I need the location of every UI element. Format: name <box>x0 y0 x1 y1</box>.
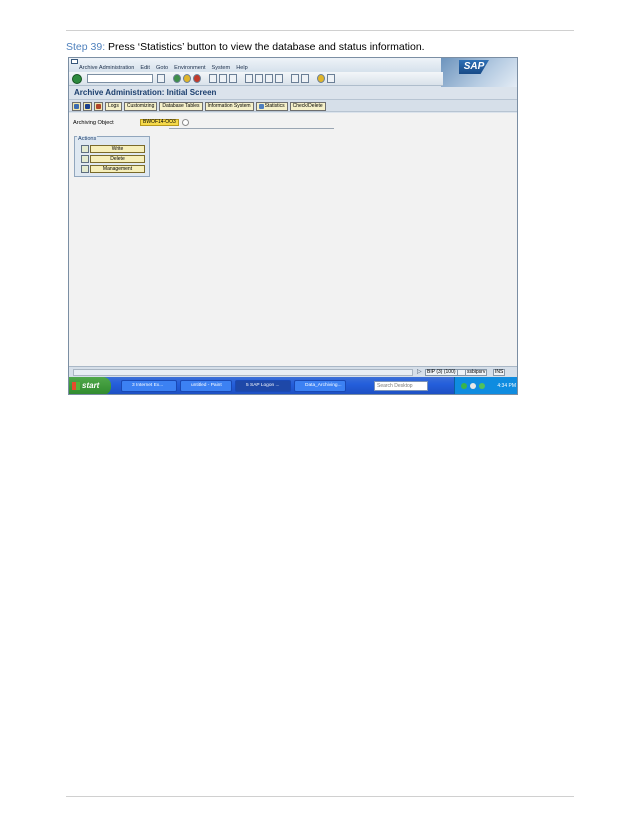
database-tables-button[interactable]: Database Tables <box>159 102 203 111</box>
tray-volume-icon[interactable] <box>470 383 476 389</box>
menu-archive-administration[interactable]: Archive Administration <box>79 65 134 71</box>
windows-taskbar: start 3 Internet Ex... untitled - Paint … <box>69 377 517 394</box>
exit-icon[interactable] <box>183 74 191 83</box>
last-page-icon[interactable] <box>275 74 283 83</box>
find-icon[interactable] <box>219 74 227 83</box>
print-icon[interactable] <box>209 74 217 83</box>
menu-help[interactable]: Help <box>236 65 248 71</box>
system-menu-icon[interactable] <box>71 59 78 64</box>
find-next-icon[interactable] <box>229 74 237 83</box>
logs-button[interactable]: Logs <box>105 102 122 111</box>
task-sap-logon[interactable]: 5 SAP Logon ... <box>235 380 291 392</box>
execute-icon[interactable] <box>72 102 81 111</box>
new-session-icon[interactable] <box>291 74 299 83</box>
toolbar-icons <box>157 74 335 83</box>
previous-page-icon[interactable] <box>255 74 263 83</box>
info-icon[interactable] <box>83 102 92 111</box>
status-bar: ▷ BIP (3) (100) ssbipsrv INS <box>69 366 517 377</box>
task-internet-explorer[interactable]: 3 Internet Ex... <box>121 380 177 392</box>
documentation-icon[interactable] <box>94 102 103 111</box>
tray-network-icon[interactable] <box>461 383 467 389</box>
sap-window-screenshot: Archive Administration Edit Goto Environ… <box>68 57 518 395</box>
information-system-button[interactable]: Information System <box>204 102 254 111</box>
enter-check-icon[interactable] <box>72 74 82 84</box>
status-mode: INS <box>493 369 506 376</box>
sap-logo: SAP <box>459 60 489 74</box>
menu-items: Archive Administration Edit Goto Environ… <box>79 65 248 71</box>
step-text: Press ‘Statistics’ button to view the da… <box>108 41 425 53</box>
delete-icon <box>81 155 89 163</box>
next-page-icon[interactable] <box>265 74 273 83</box>
tray-app-icon[interactable] <box>479 383 485 389</box>
standard-toolbar <box>69 72 443 86</box>
status-system: BIP (3) (100) <box>425 369 458 376</box>
task-data-archiving[interactable]: Data_Archiving... <box>294 380 346 392</box>
value-help-icon[interactable] <box>181 119 189 126</box>
task-paint[interactable]: untitled - Paint <box>180 380 232 392</box>
desktop-search-input[interactable]: Search Desktop <box>374 381 428 391</box>
customizing-button[interactable]: Customizing <box>123 102 158 111</box>
cancel-icon[interactable] <box>193 74 201 83</box>
statistics-button[interactable]: Statistics <box>255 102 288 111</box>
command-field[interactable] <box>87 74 153 83</box>
application-toolbar: Logs Customizing Database Tables Informa… <box>69 99 517 112</box>
management-action[interactable]: Management <box>81 165 145 173</box>
write-button[interactable]: Write <box>90 145 145 153</box>
step-instruction: Step 39: Press ‘Statistics’ button to vi… <box>66 41 425 53</box>
check-delete-button[interactable]: Check/Delete <box>289 102 326 111</box>
menu-edit[interactable]: Edit <box>140 65 150 71</box>
write-action[interactable]: Write <box>81 145 145 153</box>
help-icon[interactable] <box>317 74 325 83</box>
step-label: Step 39: <box>66 41 106 53</box>
save-icon[interactable] <box>157 74 165 83</box>
windows-logo-icon <box>72 382 80 390</box>
sap-logo-background: SAP <box>441 58 517 87</box>
delete-button[interactable]: Delete <box>90 155 145 163</box>
screen-title: Archive Administration: Initial Screen <box>74 88 217 97</box>
actions-group: Actions Write Delete Management <box>74 136 150 177</box>
layout-menu-icon[interactable] <box>327 74 335 83</box>
write-icon <box>81 145 89 153</box>
status-message-area <box>73 369 413 376</box>
footer-rule <box>66 796 574 797</box>
archiving-object-row: Archiving Object BWOF14-OO3 <box>73 119 189 126</box>
status-arrow-icon[interactable]: ▷ <box>417 369 423 376</box>
delete-action[interactable]: Delete <box>81 155 145 163</box>
menu-goto[interactable]: Goto <box>156 65 168 71</box>
shortcut-icon[interactable] <box>301 74 309 83</box>
archiving-object-input[interactable]: BWOF14-OO3 <box>140 119 179 126</box>
statistics-icon <box>258 104 264 109</box>
document-page: Step 39: Press ‘Statistics’ button to vi… <box>0 0 638 826</box>
management-button[interactable]: Management <box>90 165 145 173</box>
actions-title: Actions <box>77 136 98 142</box>
first-page-icon[interactable] <box>245 74 253 83</box>
management-icon <box>81 165 89 173</box>
menu-environment[interactable]: Environment <box>174 65 205 71</box>
status-server: ssbipsrv <box>465 369 488 376</box>
back-icon[interactable] <box>173 74 181 83</box>
clock: 4:34 PM <box>497 383 516 389</box>
start-button[interactable]: start <box>69 377 111 394</box>
header-rule <box>66 30 574 31</box>
system-tray: 4:34 PM <box>454 377 517 394</box>
field-underline <box>169 128 334 129</box>
archiving-object-label: Archiving Object <box>73 119 114 126</box>
menu-system[interactable]: System <box>212 65 231 71</box>
screen-content: Archiving Object BWOF14-OO3 Actions Writ… <box>69 113 517 366</box>
